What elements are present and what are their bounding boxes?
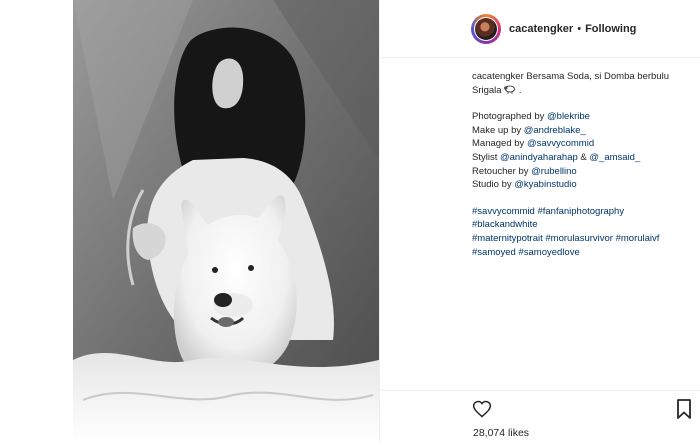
following-button[interactable]: Following — [585, 23, 636, 35]
hashtag-line[interactable]: #savvycommid #fanfaniphotography — [472, 205, 694, 219]
avatar-image — [475, 17, 497, 40]
credit-handle-link[interactable]: @kyabinstudio — [514, 179, 576, 190]
caption: cacatengker Bersama Soda, si Domba berbu… — [472, 70, 694, 259]
credit-label: Photographed by — [472, 111, 548, 123]
caption-line1: Bersama Soda, si Domba berbulu — [523, 71, 669, 82]
avatar[interactable] — [471, 13, 501, 44]
credit-line: Studio by @kyabinstudio — [472, 178, 694, 192]
caption-text: cacatengker Bersama Soda, si Domba berbu… — [472, 70, 694, 84]
credit-line: Retoucher by @rubellino — [472, 165, 694, 179]
username-link[interactable]: cacatengker — [509, 23, 573, 35]
hashtag-line[interactable]: #blackandwhite — [472, 218, 694, 232]
hashtag-line[interactable]: #maternitypotrait #morulasurvivor #morul… — [472, 232, 694, 246]
caption-text-line2: Srigala . — [472, 84, 694, 98]
credit-handle-link[interactable]: @anindyaharahap — [500, 152, 578, 163]
credit-handle-link[interactable]: @savvycommid — [527, 138, 594, 149]
post-sidebar: cacatengker • Following cacatengker Bers… — [380, 0, 700, 442]
credit-handle-link[interactable]: @blekribe — [547, 111, 590, 122]
avatar-ring — [474, 16, 498, 41]
follow-separator: • — [577, 22, 582, 35]
credit-separator: & — [577, 151, 590, 163]
credit-label: Stylist — [472, 151, 500, 163]
caption-line2-suffix: . — [516, 84, 522, 96]
credit-label: Studio by — [472, 179, 515, 191]
credit-label: Managed by — [472, 138, 527, 150]
post-photo[interactable] — [73, 0, 379, 442]
credit-line: Stylist @anindyaharahap & @_amsaid_ — [472, 151, 694, 165]
credit-label: Retoucher by — [472, 165, 532, 177]
credit-handle-link[interactable]: @andreblake_ — [524, 125, 586, 136]
credit-line: Managed by @savvycommid — [472, 137, 694, 151]
caption-line2: Srigala — [472, 84, 502, 96]
sheep-icon — [504, 85, 516, 94]
credit-line: Make up by @andreblake_ — [472, 124, 694, 138]
heart-icon[interactable] — [472, 399, 492, 419]
post-header: cacatengker • Following — [380, 0, 700, 58]
action-bar: 28,074 likes — [380, 390, 700, 443]
left-margin — [0, 0, 73, 442]
caption-author-link[interactable]: cacatengker — [472, 71, 524, 82]
likes-count[interactable]: 28,074 likes — [473, 427, 529, 439]
bookmark-icon[interactable] — [676, 399, 692, 419]
photo-illustration — [73, 0, 379, 442]
credit-label: Make up by — [472, 124, 524, 136]
credit-handle-link[interactable]: @rubellino — [531, 166, 577, 177]
credit-line: Photographed by @blekribe — [472, 110, 694, 124]
hashtag-line[interactable]: #samoyed #samoyedlove — [472, 246, 694, 260]
credit-handle-link[interactable]: @_amsaid_ — [589, 152, 640, 163]
